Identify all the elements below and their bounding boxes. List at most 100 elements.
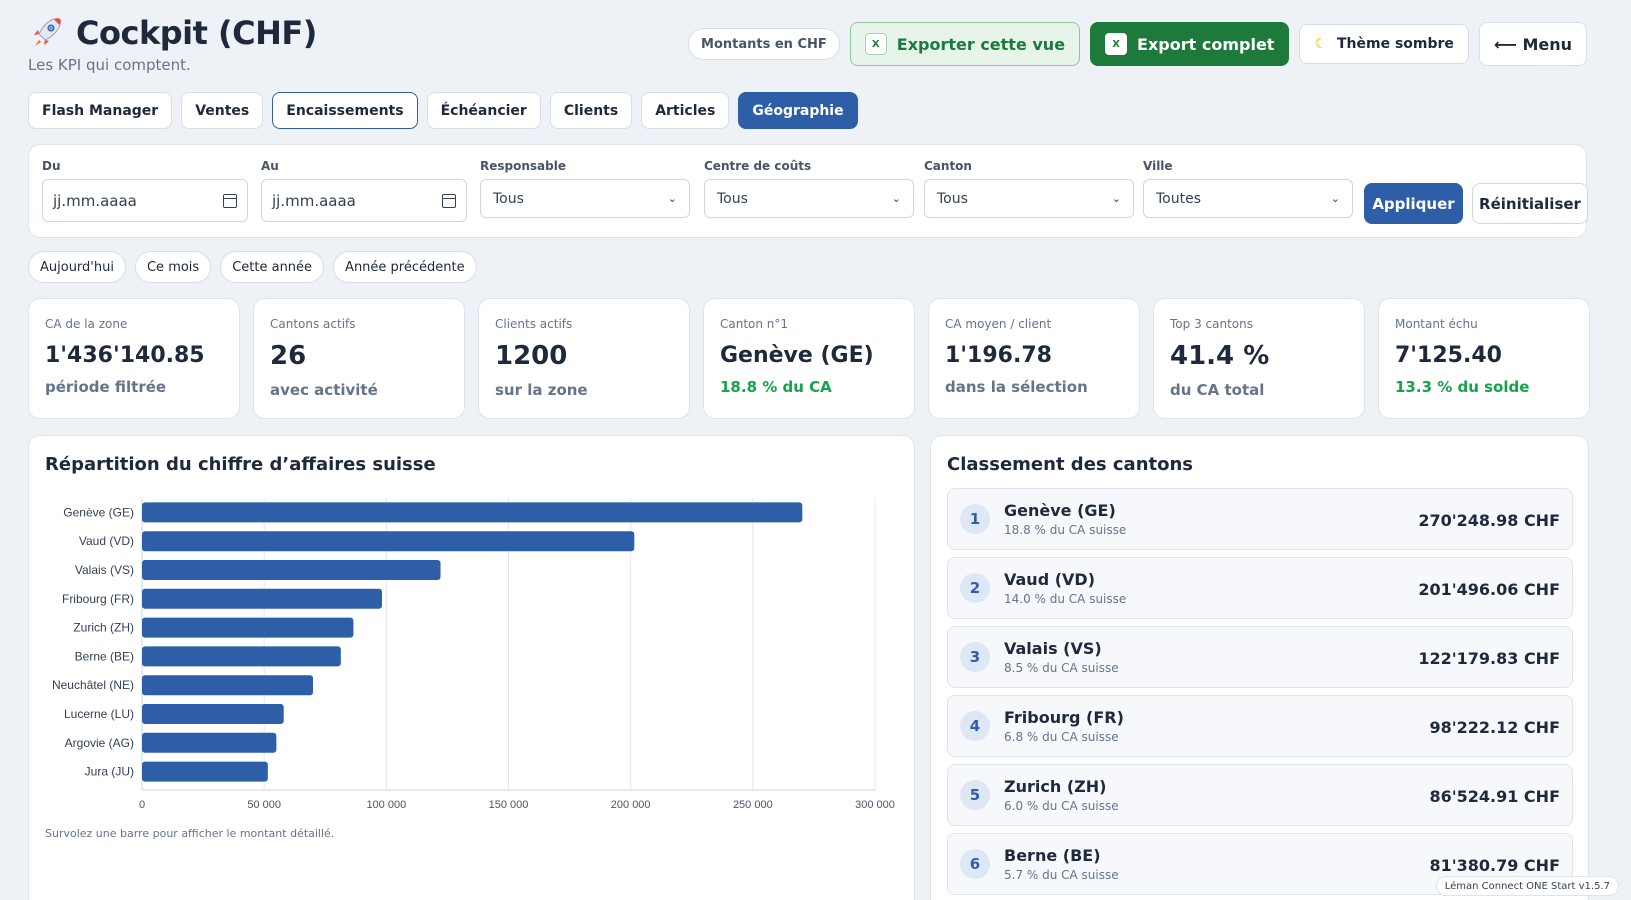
range-previous-year-button[interactable]: Année précédente bbox=[333, 251, 477, 283]
kpi-card-active-cantons: Cantons actifs 26 avec activité bbox=[253, 298, 465, 419]
menu-button[interactable]: ⟵ Menu bbox=[1478, 22, 1587, 66]
rank-canton-name: Fribourg (FR) bbox=[1004, 708, 1124, 727]
date-to-group: Au jj.mm.aaaa bbox=[261, 159, 467, 222]
chevron-down-icon: ⌄ bbox=[891, 192, 901, 205]
bar[interactable] bbox=[142, 704, 284, 724]
rank-share: 5.7 % du CA suisse bbox=[1004, 868, 1119, 882]
kpi-card-top-canton: Canton n°1 Genève (GE) 18.8 % du CA bbox=[703, 298, 915, 419]
rank-amount: 201'496.06 CHF bbox=[1418, 580, 1560, 599]
city-label: Ville bbox=[1143, 159, 1173, 173]
rank-share: 18.8 % du CA suisse bbox=[1004, 523, 1127, 537]
tab-geographie[interactable]: Géographie bbox=[738, 92, 858, 129]
bar[interactable] bbox=[142, 617, 354, 638]
export-full-label: Export complet bbox=[1137, 34, 1275, 54]
rank-amount: 122'179.83 CHF bbox=[1418, 649, 1560, 668]
kpi-value: 41.4 % bbox=[1170, 341, 1270, 371]
bar[interactable] bbox=[142, 502, 803, 523]
range-this-year-button[interactable]: Cette année bbox=[220, 251, 325, 283]
rank-amount: 81'380.79 CHF bbox=[1429, 856, 1560, 875]
y-category-label: Valais (VS) bbox=[75, 563, 134, 577]
bar[interactable] bbox=[142, 588, 382, 609]
bar[interactable] bbox=[142, 732, 277, 753]
tab-echeancier[interactable]: Échéancier bbox=[426, 92, 541, 129]
date-from-input[interactable]: jj.mm.aaaa bbox=[42, 179, 248, 222]
range-today-button[interactable]: Aujourd'hui bbox=[28, 251, 126, 283]
date-to-label: Au bbox=[261, 159, 279, 173]
rank-number: 4 bbox=[960, 711, 990, 741]
city-select[interactable]: Toutes ⌄ bbox=[1143, 179, 1353, 218]
bar[interactable] bbox=[142, 560, 441, 580]
date-from-label: Du bbox=[42, 159, 61, 173]
theme-toggle-button[interactable]: ☾ Thème sombre bbox=[1299, 24, 1469, 64]
rank-canton-name: Valais (VS) bbox=[1004, 639, 1102, 658]
header-actions: Montants en CHF X Exporter cette vue X E… bbox=[688, 22, 1587, 66]
rank-number: 5 bbox=[960, 780, 990, 810]
rocket-icon bbox=[34, 18, 61, 46]
ranking-item[interactable]: 4 Fribourg (FR) 6.8 % du CA suisse 98'22… bbox=[947, 695, 1573, 757]
ranking-item[interactable]: 3 Valais (VS) 8.5 % du CA suisse 122'179… bbox=[947, 626, 1573, 688]
tab-clients[interactable]: Clients bbox=[549, 92, 633, 129]
tab-ventes[interactable]: Ventes bbox=[181, 92, 264, 129]
calendar-icon[interactable] bbox=[223, 193, 237, 208]
moon-icon: ☾ bbox=[1314, 36, 1327, 52]
currency-pill[interactable]: Montants en CHF bbox=[688, 28, 840, 60]
ranking-item[interactable]: 5 Zurich (ZH) 6.0 % du CA suisse 86'524.… bbox=[947, 764, 1573, 826]
export-view-button[interactable]: X Exporter cette vue bbox=[849, 22, 1081, 66]
ranking-title: Classement des cantons bbox=[947, 454, 1194, 475]
rank-canton-name: Vaud (VD) bbox=[1004, 570, 1096, 589]
kpi-value: 1200 bbox=[495, 341, 568, 371]
x-tick-label: 100 000 bbox=[366, 799, 406, 811]
page-title: Cockpit (CHF) bbox=[76, 14, 317, 52]
x-tick-label: 50 000 bbox=[247, 799, 281, 811]
kpi-label: Top 3 cantons bbox=[1170, 317, 1253, 331]
range-this-month-button[interactable]: Ce mois bbox=[134, 251, 212, 283]
rank-number: 2 bbox=[960, 573, 990, 603]
rank-number: 6 bbox=[960, 849, 990, 879]
revenue-bar-chart: 0 50 000 100 000 150 000 200 000 250 000 300 0… bbox=[52, 498, 895, 811]
y-category-label: Berne (BE) bbox=[75, 649, 134, 663]
rank-share: 6.8 % du CA suisse bbox=[1004, 730, 1119, 744]
ranking-item[interactable]: 2 Vaud (VD) 14.0 % du CA suisse 201'496.… bbox=[947, 557, 1573, 619]
kpi-value: 7'125.40 bbox=[1395, 343, 1502, 368]
rank-share: 8.5 % du CA suisse bbox=[1004, 661, 1119, 675]
kpi-value: 1'436'140.85 bbox=[45, 343, 205, 368]
kpi-label: Canton n°1 bbox=[720, 317, 789, 331]
x-tick-label: 300 000 bbox=[855, 799, 895, 811]
manager-value: Tous bbox=[493, 190, 524, 207]
cost-center-group: Centre de coûts Tous ⌄ bbox=[704, 159, 914, 218]
apply-button[interactable]: Appliquer bbox=[1364, 183, 1463, 224]
kpi-sub: période filtrée bbox=[45, 378, 167, 396]
cost-center-value: Tous bbox=[717, 190, 748, 207]
y-category-label: Neuchâtel (NE) bbox=[52, 678, 134, 692]
export-full-button[interactable]: X Export complet bbox=[1090, 22, 1290, 66]
reset-button[interactable]: Réinitialiser bbox=[1472, 183, 1588, 224]
tab-flash-manager[interactable]: Flash Manager bbox=[28, 92, 173, 129]
kpi-sub: avec activité bbox=[270, 381, 378, 399]
chart-title: Répartition du chiffre d’affaires suisse bbox=[45, 454, 436, 475]
kpi-value: 1'196.78 bbox=[945, 343, 1052, 368]
ranking-item[interactable]: 1 Genève (GE) 18.8 % du CA suisse 270'24… bbox=[947, 488, 1573, 550]
manager-select[interactable]: Tous ⌄ bbox=[480, 179, 690, 218]
canton-ranking-panel: Classement des cantons 1 Genève (GE) 18.… bbox=[930, 435, 1589, 900]
chart-hint: Survolez une barre pour afficher le mont… bbox=[45, 827, 335, 840]
rank-amount: 98'222.12 CHF bbox=[1429, 718, 1560, 737]
y-category-label: Argovie (AG) bbox=[65, 736, 134, 750]
calendar-icon[interactable] bbox=[442, 193, 456, 208]
rank-canton-name: Zurich (ZH) bbox=[1004, 777, 1107, 796]
tab-articles[interactable]: Articles bbox=[641, 92, 730, 129]
bar[interactable] bbox=[142, 531, 635, 552]
x-tick-label: 150 000 bbox=[489, 799, 529, 811]
rank-amount: 270'248.98 CHF bbox=[1418, 511, 1560, 530]
chevron-down-icon: ⌄ bbox=[667, 192, 677, 205]
canton-select[interactable]: Tous ⌄ bbox=[924, 179, 1134, 218]
x-tick-label: 250 000 bbox=[733, 799, 773, 811]
date-to-input[interactable]: jj.mm.aaaa bbox=[261, 179, 467, 222]
bar[interactable] bbox=[142, 761, 268, 782]
bar[interactable] bbox=[142, 646, 341, 667]
tab-encaissements[interactable]: Encaissements bbox=[272, 92, 418, 129]
y-category-label: Jura (JU) bbox=[85, 765, 134, 779]
bar[interactable] bbox=[142, 675, 314, 696]
quick-range-bar: Aujourd'hui Ce mois Cette année Année pr… bbox=[28, 251, 477, 283]
cost-center-select[interactable]: Tous ⌄ bbox=[704, 179, 914, 218]
kpi-label: CA de la zone bbox=[45, 317, 128, 331]
